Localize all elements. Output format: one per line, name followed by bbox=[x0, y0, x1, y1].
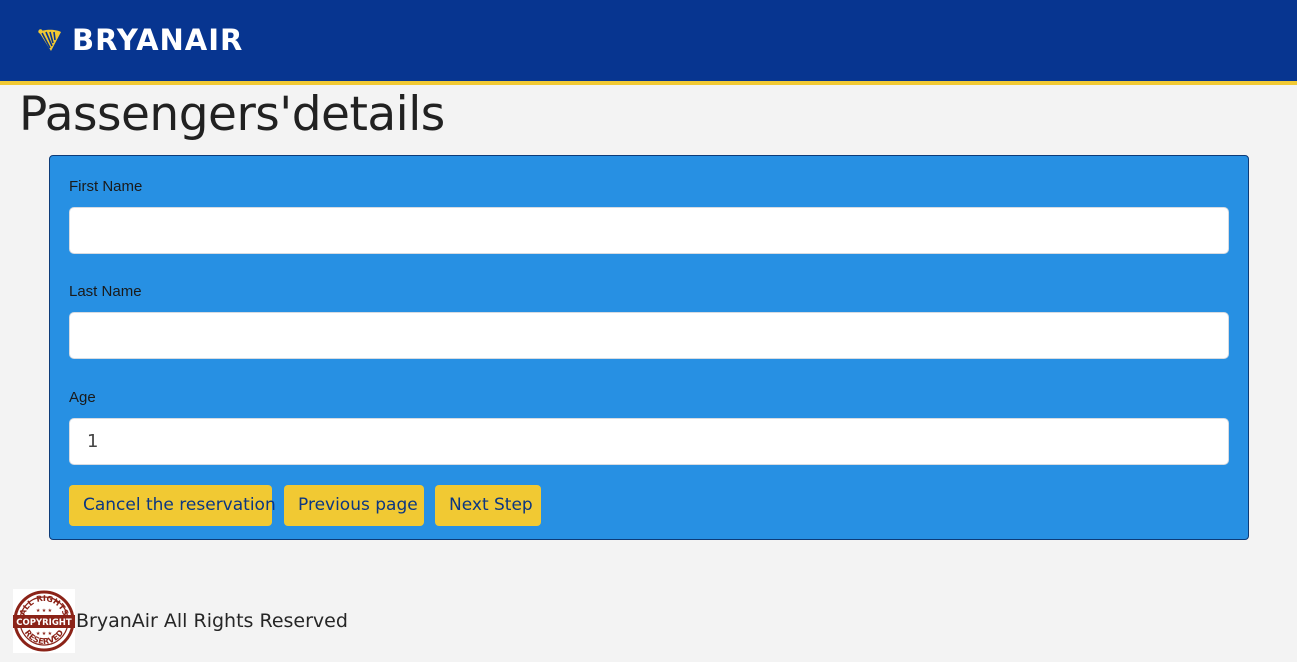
first-name-label: First Name bbox=[69, 178, 143, 195]
last-name-input[interactable] bbox=[69, 312, 1229, 359]
badge-center-text: COPYRIGHT bbox=[16, 618, 72, 628]
site-header: BRYANAIR bbox=[0, 0, 1297, 85]
cancel-reservation-button[interactable]: Cancel the reservation bbox=[69, 485, 276, 526]
svg-text:★ ★ ★: ★ ★ ★ bbox=[36, 608, 53, 614]
age-input[interactable] bbox=[69, 418, 1229, 465]
brand-name: BRYANAIR bbox=[72, 23, 244, 57]
passenger-form: First Name Last Name Age Cancel the rese… bbox=[49, 155, 1249, 540]
svg-text:★ ★ ★: ★ ★ ★ bbox=[36, 631, 53, 637]
brand-logo[interactable]: BRYANAIR bbox=[36, 24, 243, 56]
age-label: Age bbox=[69, 389, 96, 406]
previous-page-button[interactable]: Previous page bbox=[284, 485, 424, 526]
last-name-label: Last Name bbox=[69, 283, 142, 300]
site-footer: ALL RIGHTS RESERVED COPYRIGHT ★ ★ ★ ★ ★ … bbox=[13, 589, 348, 653]
footer-copyright-text: BryanAir All Rights Reserved bbox=[76, 610, 348, 632]
harp-icon bbox=[38, 29, 61, 51]
next-step-button[interactable]: Next Step bbox=[435, 485, 541, 526]
first-name-input[interactable] bbox=[69, 207, 1229, 254]
page-title: Passengers'details bbox=[19, 87, 445, 142]
copyright-stamp-icon: ALL RIGHTS RESERVED COPYRIGHT ★ ★ ★ ★ ★ … bbox=[13, 589, 75, 653]
